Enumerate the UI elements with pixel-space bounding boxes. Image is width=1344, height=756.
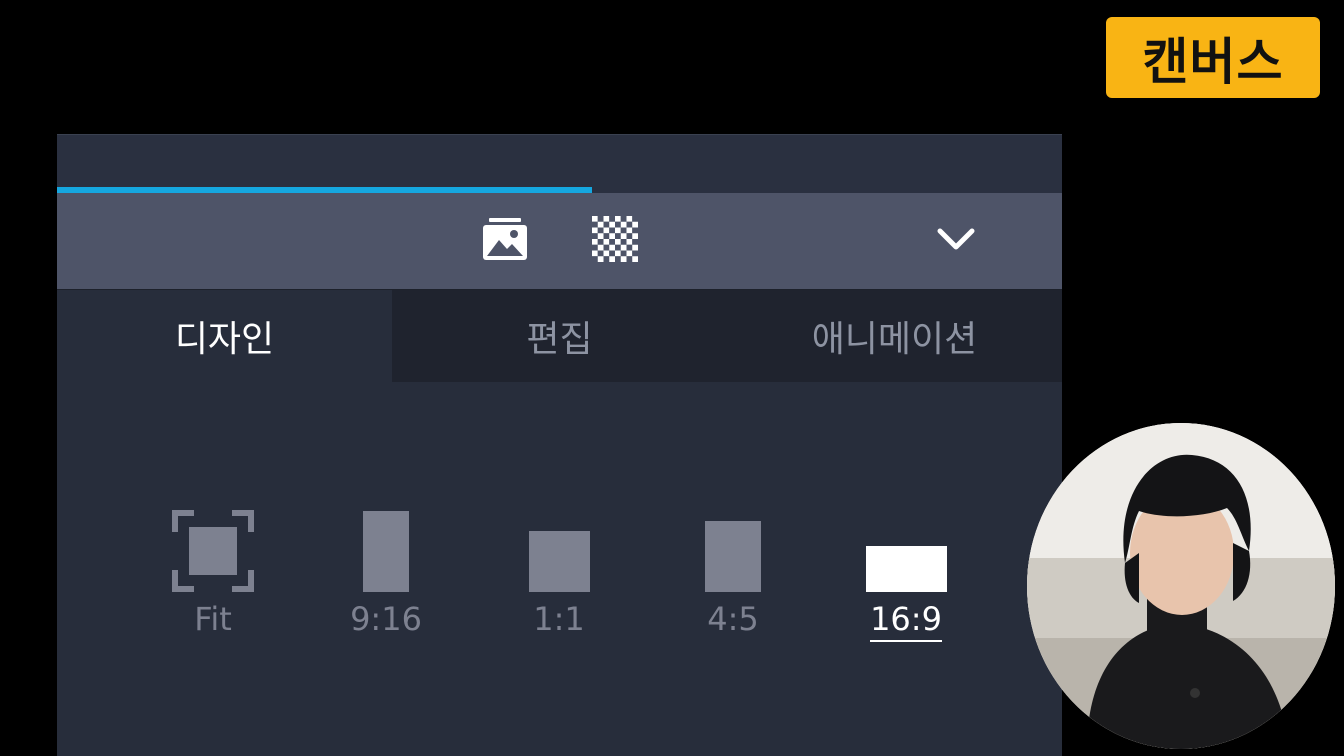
ratio-1-1-button[interactable]: 1:1 [499,500,619,650]
ratio-9-16-shape [363,511,409,592]
ratio-4-5-shape [705,521,761,592]
ratio-label: 1:1 [533,600,585,638]
background-transparency-button[interactable] [591,216,639,266]
toolbar [57,193,1062,290]
video-preview-area[interactable] [57,0,1062,135]
aspect-ratio-options: Fit 9:16 1:1 4:5 16:9 [57,500,1062,650]
channel-badge: 캔버스 [1106,17,1320,98]
webcam-overlay [1027,423,1335,749]
video-editor-panel: 디자인 편집 애니메이션 Fit 9:16 1:1 4:5 16:9 [57,0,1062,756]
image-icon [482,216,528,266]
ratio-16-9-shape [865,546,947,592]
tab-design[interactable]: 디자인 [57,290,392,382]
ratio-label: 16:9 [846,600,966,642]
transparency-checker-icon [592,216,638,266]
fit-frame-icon [172,510,254,592]
ratio-label: 9:16 [350,600,422,638]
ratio-9-16-button[interactable]: 9:16 [326,500,446,650]
tab-bar: 디자인 편집 애니메이션 [57,290,1062,382]
tab-label: 애니메이션 [811,319,978,360]
timeline-bar [57,135,1062,193]
ratio-label: 4:5 [707,600,759,638]
tab-animation[interactable]: 애니메이션 [727,290,1062,382]
ratio-4-5-button[interactable]: 4:5 [673,500,793,650]
tab-label: 편집 [526,319,593,360]
tab-label: 디자인 [174,319,275,360]
image-button[interactable] [481,217,529,265]
ratio-1-1-shape [528,531,590,592]
ratio-fit-button[interactable]: Fit [153,500,273,650]
chevron-down-icon [934,217,978,265]
ratio-16-9-button[interactable]: 16:9 [846,500,966,650]
ratio-label: Fit [194,600,232,638]
collapse-button[interactable] [932,217,980,265]
tab-edit[interactable]: 편집 [392,290,727,382]
presenter-video [1027,423,1335,749]
